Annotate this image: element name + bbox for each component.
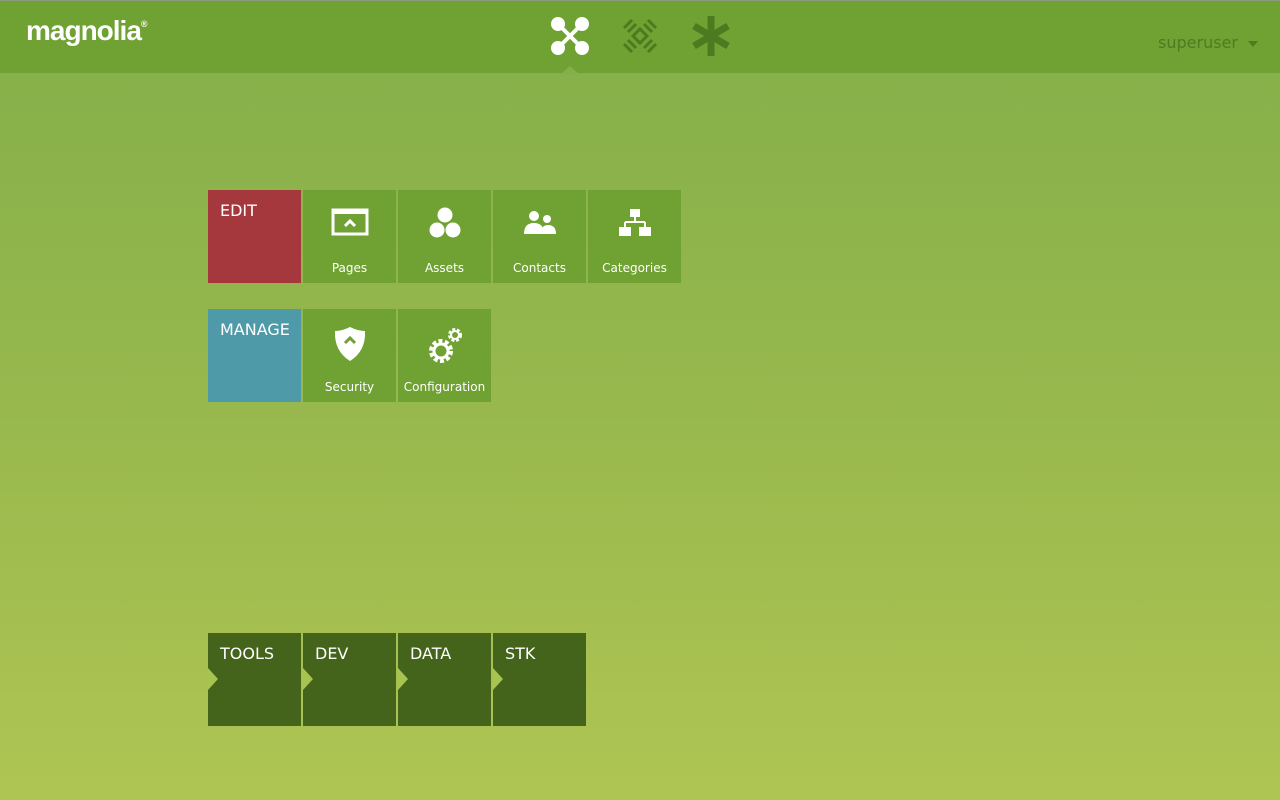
logo-mark: ®: [140, 19, 148, 29]
expand-arrow-icon: [208, 668, 218, 690]
configuration-icon: [428, 328, 462, 363]
header: magnolia® superuser: [0, 0, 1280, 74]
app-label: Security: [324, 380, 375, 394]
pages-icon: [331, 208, 368, 236]
security-icon: [334, 327, 365, 361]
magnolia-logo[interactable]: magnolia®: [26, 15, 148, 47]
app-label: Contacts: [513, 261, 566, 275]
app-categories[interactable]: Categories: [588, 190, 681, 283]
user-menu[interactable]: superuser: [1158, 33, 1258, 52]
group-dev[interactable]: DEV: [303, 633, 396, 726]
group-label-manage: MANAGE: [208, 309, 301, 402]
username: superuser: [1158, 33, 1238, 52]
pulse-diamond-icon[interactable]: [619, 15, 661, 57]
group-label: TOOLS: [220, 644, 275, 663]
expand-arrow-icon: [303, 668, 313, 690]
group-stk[interactable]: STK: [493, 633, 586, 726]
app-security[interactable]: Security: [303, 309, 396, 402]
collapsed-groups: TOOLS DEV DATA STK: [208, 633, 586, 726]
group-manage: MANAGE Security Configuration: [208, 309, 491, 402]
group-data[interactable]: DATA: [398, 633, 491, 726]
app-contacts[interactable]: Contacts: [493, 190, 586, 283]
group-edit: EDIT Pages Assets Contacts Categories: [208, 190, 681, 283]
group-tools[interactable]: TOOLS: [208, 633, 301, 726]
asterisk-icon[interactable]: [690, 15, 732, 57]
contacts-icon: [523, 211, 556, 234]
app-configuration[interactable]: Configuration: [398, 309, 491, 402]
expand-arrow-icon: [398, 668, 408, 690]
logo-text: magnolia: [26, 15, 142, 46]
group-label-edit: EDIT: [208, 190, 301, 283]
app-label: Configuration: [403, 380, 486, 394]
caret-down-icon: [1248, 40, 1258, 47]
app-label: Categories: [602, 261, 667, 275]
assets-icon: [429, 207, 460, 238]
apps-x-icon[interactable]: [549, 15, 591, 57]
group-label: STK: [505, 644, 536, 663]
expand-arrow-icon: [493, 668, 503, 690]
active-app-pointer: [561, 66, 579, 74]
app-label: Pages: [331, 261, 368, 275]
group-label: DATA: [410, 644, 452, 663]
app-label: Assets: [424, 261, 465, 275]
categories-icon: [618, 209, 651, 236]
group-label: DEV: [315, 644, 349, 663]
app-pages[interactable]: Pages: [303, 190, 396, 283]
app-assets[interactable]: Assets: [398, 190, 491, 283]
